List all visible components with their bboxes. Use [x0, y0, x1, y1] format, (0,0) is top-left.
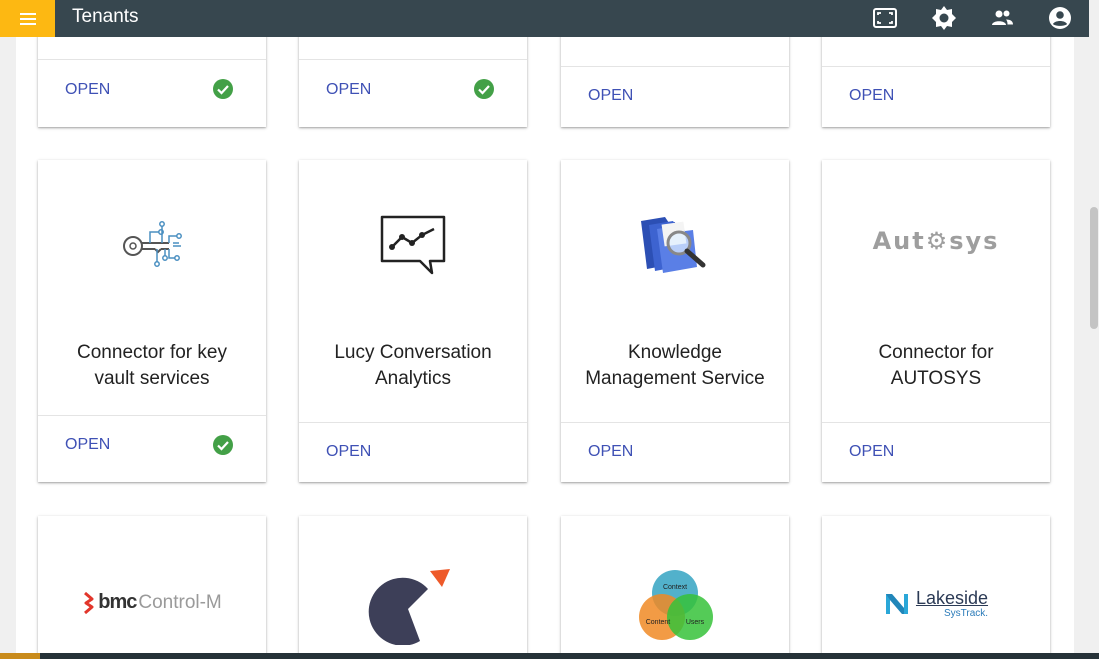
venn-label-content: Content	[646, 619, 671, 626]
open-link[interactable]: OPEN	[326, 443, 371, 461]
key-circuit-icon	[123, 221, 182, 267]
chart-chat-icon	[380, 215, 446, 275]
folders-magnifier-icon	[641, 217, 706, 273]
card-media: Context Content Users	[561, 516, 789, 653]
card-title: Connector for AUTOSYS	[878, 342, 994, 389]
card-media	[561, 160, 789, 330]
tenant-card-key-vault: Connector for key vault services OPEN	[38, 160, 266, 482]
card-media	[299, 160, 527, 330]
tenant-card: OPEN	[299, 37, 527, 127]
bottom-strip	[0, 653, 1099, 659]
open-link[interactable]: OPEN	[65, 81, 110, 99]
open-link[interactable]: OPEN	[588, 443, 633, 461]
pie-arrow-logo	[368, 569, 450, 645]
tenant-card-pie	[299, 516, 527, 653]
tenant-card: OPEN	[38, 37, 266, 127]
open-link[interactable]: OPEN	[65, 436, 110, 454]
tenant-card-bmc: bmc Control-M	[38, 516, 266, 653]
scrollbar-thumb[interactable]	[1090, 207, 1098, 329]
open-link[interactable]: OPEN	[849, 87, 894, 105]
check-circle-icon	[474, 79, 494, 99]
open-link[interactable]: OPEN	[849, 443, 894, 461]
vertical-scrollbar[interactable]	[1089, 37, 1099, 653]
card-title: Lucy Conversation Analytics	[334, 342, 492, 389]
venn-label-users: Users	[686, 619, 705, 626]
tenants-content-area: OPEN OPEN OPEN OPEN Connector for key va…	[16, 37, 1074, 653]
tenant-card-venn: Context Content Users	[561, 516, 789, 653]
card-media: Aut⚙sys	[822, 160, 1050, 330]
venn-label-context: Context	[663, 584, 687, 591]
autosys-logo: Aut⚙sys	[872, 227, 1000, 255]
account-circle-icon[interactable]	[1047, 5, 1073, 31]
tenant-card-knowledge: Knowledge Management Service OPEN	[561, 160, 789, 482]
lakeside-systrack-logo: Lakeside SysTrack.	[884, 589, 988, 619]
card-media	[38, 160, 266, 330]
people-icon[interactable]	[989, 5, 1015, 31]
card-media	[299, 516, 527, 653]
tenant-card: OPEN	[561, 37, 789, 127]
menu-icon	[19, 12, 36, 25]
page-title: Tenants	[72, 6, 139, 27]
venn-diagram-logo: Context Content Users	[639, 570, 713, 640]
top-app-bar: Tenants	[0, 0, 1089, 37]
menu-button[interactable]	[0, 0, 55, 37]
open-link[interactable]: OPEN	[588, 87, 633, 105]
settings-gear-icon[interactable]	[931, 5, 957, 31]
open-link[interactable]: OPEN	[326, 81, 371, 99]
card-media: bmc Control-M	[38, 516, 266, 653]
lakeside-mark-icon	[885, 594, 908, 614]
bmc-mark-icon	[84, 591, 94, 615]
bmc-control-m-logo: bmc Control-M	[82, 591, 222, 615]
check-circle-icon	[213, 79, 233, 99]
card-title: Connector for key vault services	[77, 342, 227, 389]
tenant-card-lucy: Lucy Conversation Analytics OPEN	[299, 160, 527, 482]
tenant-card-autosys: Aut⚙sys Connector for AUTOSYS OPEN	[822, 160, 1050, 482]
card-title: Knowledge Management Service	[585, 342, 765, 389]
tenant-card: OPEN	[822, 37, 1050, 127]
tenant-card-lakeside: Lakeside SysTrack.	[822, 516, 1050, 653]
fullscreen-icon[interactable]	[872, 5, 898, 31]
check-circle-icon	[213, 435, 233, 455]
card-media: Lakeside SysTrack.	[822, 516, 1050, 653]
